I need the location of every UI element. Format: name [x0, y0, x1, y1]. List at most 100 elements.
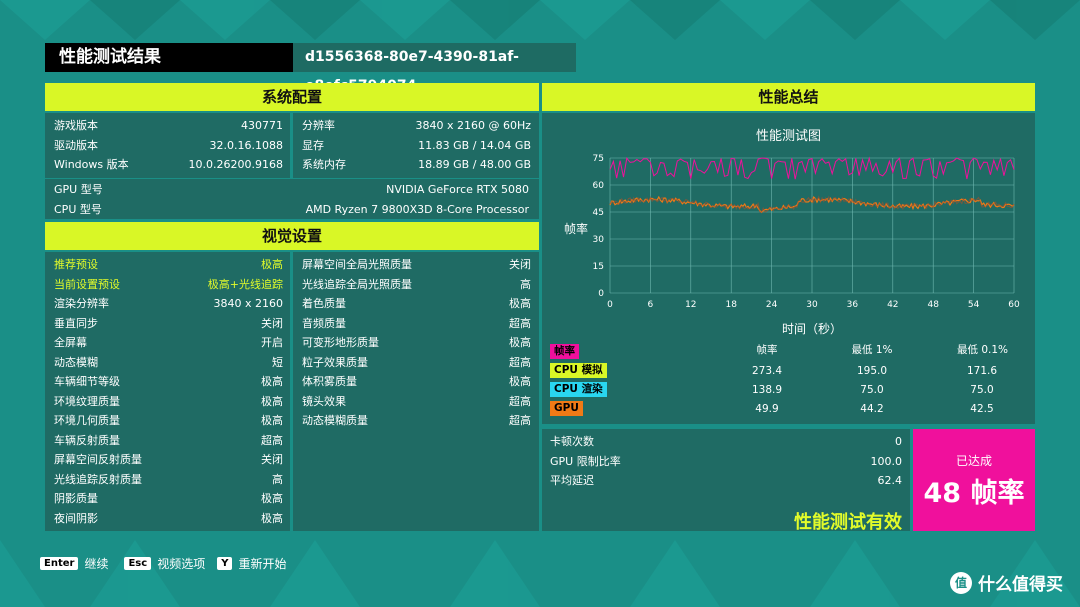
setting-label: 环境几何质量	[54, 414, 120, 427]
setting-row: 车辆反射质量 超高	[54, 431, 283, 451]
y-tick-label: 30	[593, 235, 605, 245]
setting-value: 开启	[261, 336, 283, 349]
setting-value: 极高	[261, 492, 283, 505]
setting-value: 100.0	[870, 454, 903, 468]
gpu-value: NVIDIA GeForce RTX 5080	[386, 183, 529, 196]
stats-cell: 75.0	[860, 384, 884, 396]
setting-value: 极高	[261, 394, 283, 408]
setting-row: 粒子效果质量 超高	[302, 353, 531, 373]
setting-label: 夜间阴影	[54, 511, 98, 525]
setting-row: 分辨率 3840 x 2160 @ 60Hz	[302, 116, 531, 136]
stats-cell: 44.2	[860, 403, 884, 415]
stats-row-tag: 帧率	[550, 344, 579, 359]
continue-button[interactable]: Enter 继续	[40, 555, 108, 572]
system-left-list: 游戏版本 430771 驱动版本 32.0.16.1088 Windows 版本 10.0…	[54, 116, 283, 175]
setting-value: 11.83 GB / 14.04 GB	[418, 138, 531, 152]
setting-row: 推荐预设 极高	[54, 255, 283, 275]
setting-row: 平均延迟 62.4	[550, 471, 902, 491]
setting-label: 镜头效果	[302, 394, 346, 408]
continue-label: 继续	[84, 557, 109, 571]
setting-label: 着色质量	[302, 297, 346, 310]
setting-row: 阴影质量 极高	[54, 489, 283, 509]
stats-cell: 42.5	[970, 403, 994, 415]
x-tick-label: 6	[648, 300, 654, 310]
setting-value: 0	[895, 435, 902, 448]
setting-label: 粒子效果质量	[302, 355, 368, 369]
y-tick-label: 75	[593, 154, 604, 164]
setting-label: Windows 版本	[54, 158, 129, 171]
setting-value: 18.89 GB / 48.00 GB	[418, 158, 531, 171]
setting-row: 动态模糊 短	[54, 353, 283, 373]
y-axis-label: 帧率	[564, 221, 588, 236]
x-tick-label: 18	[725, 300, 737, 310]
stats-row: GPU 49.9 44.2 42.5	[542, 401, 1035, 418]
setting-value: 关闭	[509, 258, 531, 271]
setting-value: 超高	[509, 355, 531, 369]
setting-value: 极高	[261, 414, 283, 427]
cpu-label: CPU 型号	[54, 202, 102, 216]
stats-row-tag: CPU 渲染	[550, 382, 607, 397]
restart-label: 重新开始	[238, 557, 287, 571]
setting-row: 体积雾质量 极高	[302, 372, 531, 392]
page-title: 性能测试结果	[45, 43, 293, 72]
video-options-label: 视频选项	[157, 557, 206, 571]
x-axis-label: 时间（秒）	[782, 322, 842, 336]
setting-label: 动态模糊	[54, 355, 98, 369]
setting-row: 系统内存 18.89 GB / 48.00 GB	[302, 155, 531, 175]
x-tick-label: 0	[607, 300, 613, 310]
stats-row-tag: CPU 模拟	[550, 363, 607, 378]
watermark-text: 什么值得买	[978, 575, 1063, 595]
x-tick-label: 54	[968, 300, 980, 310]
benchmark-valid-text: 性能测试有效	[794, 512, 902, 533]
y-tick-label: 15	[593, 262, 604, 272]
video-options-button[interactable]: Esc 视频选项	[124, 555, 205, 572]
restart-button[interactable]: Y 重新开始	[217, 555, 286, 572]
gpu-label: GPU 型号	[54, 183, 103, 196]
setting-value: 短	[272, 355, 283, 369]
setting-value: 高	[272, 472, 283, 486]
stats-cell: 195.0	[856, 365, 888, 377]
x-tick-label: 60	[1008, 300, 1020, 310]
setting-label: 当前设置预设	[54, 277, 120, 291]
setting-label: 光线追踪全局光照质量	[302, 277, 412, 291]
enter-key-icon: Enter	[40, 557, 79, 570]
setting-row: 垂直同步 关闭	[54, 314, 283, 334]
cpu-value: AMD Ryzen 7 9800X3D 8-Core Processor	[305, 202, 529, 216]
setting-row: 音频质量 超高	[302, 314, 531, 334]
y-tick-label: 45	[593, 208, 604, 218]
gpu-row: GPU 型号 NVIDIA GeForce RTX 5080	[54, 180, 529, 200]
setting-row: 游戏版本 430771	[54, 116, 283, 136]
setting-label: 可变形地形质量	[302, 336, 379, 349]
setting-label: GPU 限制比率	[550, 454, 621, 468]
setting-row: 光线追踪全局光照质量 高	[302, 275, 531, 295]
setting-label: 平均延迟	[550, 474, 594, 487]
setting-value: 超高	[261, 433, 283, 447]
setting-row: 镜头效果 超高	[302, 392, 531, 412]
setting-value: 极高	[509, 336, 531, 349]
extra-list: 卡顿次数 0 GPU 限制比率 100.0 平均延迟 62.4	[550, 432, 902, 491]
setting-value: 32.0.16.1088	[209, 138, 283, 152]
fps-achieved-label: 已达成	[955, 454, 992, 468]
setting-label: 屏幕空间反射质量	[54, 453, 142, 466]
setting-value: 极高	[509, 375, 531, 388]
setting-value: 极高	[261, 258, 283, 271]
setting-label: 环境纹理质量	[54, 394, 120, 408]
x-tick-label: 36	[847, 300, 859, 310]
x-tick-label: 24	[766, 300, 778, 310]
visual-right-list: 屏幕空间全局光照质量 关闭 光线追踪全局光照质量高着色质量极高 音频质量 超高可变形地形…	[302, 255, 531, 431]
setting-label: 卡顿次数	[550, 435, 594, 448]
setting-label: 系统内存	[302, 158, 346, 171]
setting-row: 屏幕空间全局光照质量 关闭	[302, 255, 531, 275]
setting-label: 渲染分辨率	[54, 297, 109, 310]
fps-achieved-value: 48 帧率	[923, 478, 1025, 509]
setting-row: 夜间阴影 极高	[54, 509, 283, 529]
setting-label: 全屏幕	[54, 336, 87, 349]
summary-header: 性能总结	[542, 83, 1035, 111]
setting-value: 超高	[509, 316, 531, 330]
setting-row: 光线追踪反射质量 高	[54, 470, 283, 490]
stats-row: CPU 渲染 138.9 75.0 75.0	[542, 382, 1035, 399]
setting-row: 环境几何质量 极高	[54, 411, 283, 431]
fps-result-box: 已达成 48 帧率	[913, 429, 1035, 531]
stats-table: 帧率 最低 1% 最低 0.1% 帧率 CPU 模拟 273.4 195.0 171.6 CPU…	[542, 338, 1035, 424]
setting-value: 超高	[509, 394, 531, 408]
